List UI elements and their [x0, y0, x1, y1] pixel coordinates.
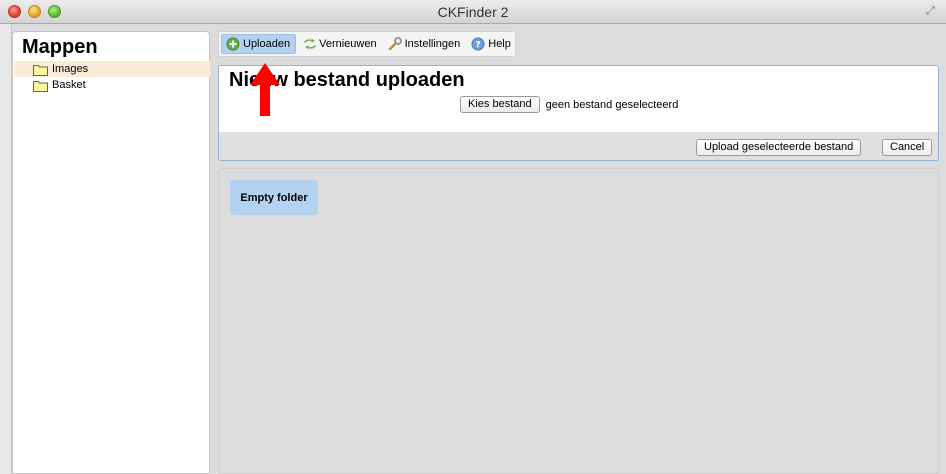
folders-heading: Mappen: [22, 36, 98, 58]
svg-text:?: ?: [476, 41, 481, 51]
settings-button-label: Instellingen: [404, 38, 461, 50]
settings-button[interactable]: Instellingen: [384, 34, 466, 54]
main-toolbar: Uploaden Vernieuwen Instellingen ? Help: [218, 31, 516, 57]
upload-button-label: Uploaden: [243, 38, 291, 50]
folder-label: Images: [52, 63, 89, 75]
folder-icon: [33, 64, 48, 76]
refresh-button[interactable]: Vernieuwen: [298, 34, 382, 54]
upload-selected-button[interactable]: Upload geselecteerde bestand: [696, 139, 862, 156]
folders-panel: Mappen Images Basket: [12, 31, 210, 474]
cancel-button[interactable]: Cancel: [882, 139, 933, 156]
upload-footer: Upload geselecteerde bestand Cancel: [219, 132, 938, 160]
files-area: Empty folder: [218, 168, 939, 474]
refresh-button-label: Vernieuwen: [319, 38, 377, 50]
file-status: geen bestand geselecteerd: [545, 98, 679, 111]
file-chooser: Kies bestand geen bestand geselecteerd: [460, 96, 678, 113]
upload-button[interactable]: Uploaden: [221, 34, 297, 54]
folder-item-images[interactable]: Images: [14, 61, 210, 77]
folder-label: Basket: [52, 79, 86, 91]
help-button-label: Help: [488, 38, 511, 50]
annotation-arrow-icon: [250, 63, 280, 116]
empty-folder-badge: Empty folder: [230, 180, 318, 215]
window-title: CKFinder 2: [437, 4, 509, 20]
window-titlebar: CKFinder 2 ⤢: [0, 0, 946, 24]
help-button[interactable]: ? Help: [467, 34, 516, 54]
upload-plus-icon: [226, 37, 240, 51]
folder-item-basket[interactable]: Basket: [14, 77, 210, 93]
wrench-icon: [388, 37, 402, 51]
fullscreen-icon[interactable]: ⤢: [926, 5, 938, 17]
background-window-edge: [0, 24, 12, 474]
folder-icon: [33, 80, 48, 92]
refresh-arrows-icon: [302, 37, 317, 51]
choose-file-button[interactable]: Kies bestand: [460, 96, 540, 113]
upload-panel: Nieuw bestand uploaden Kies bestand geen…: [218, 65, 939, 161]
window-right-edge: [940, 24, 946, 474]
help-icon: ?: [471, 37, 485, 51]
